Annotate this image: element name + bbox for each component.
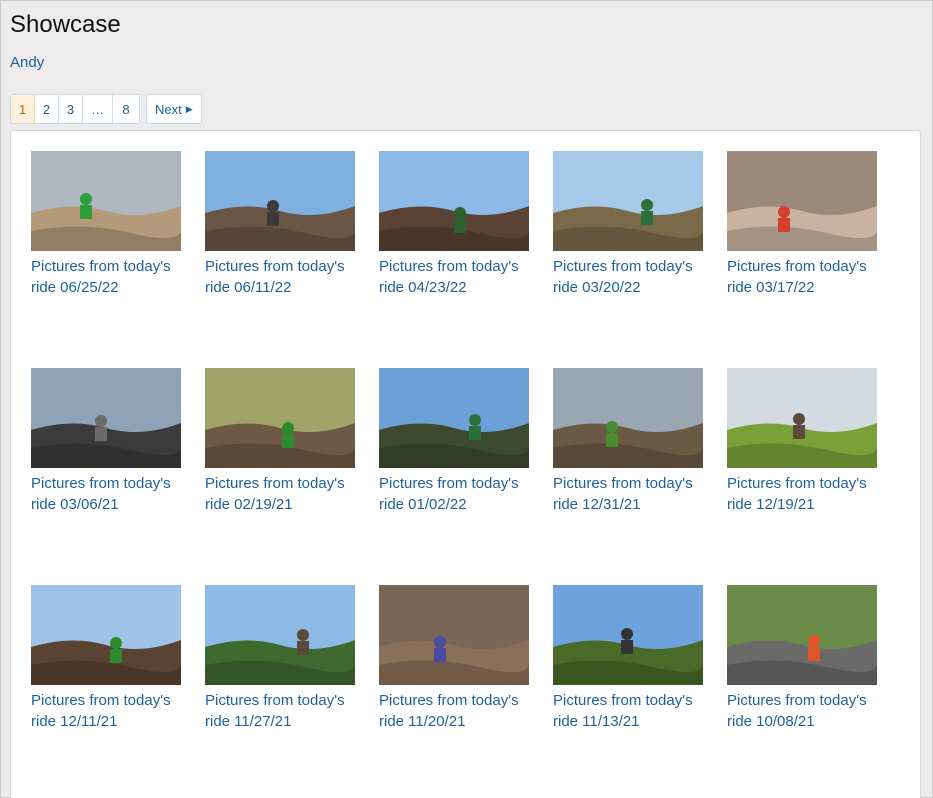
page-3-button[interactable]: 3	[59, 95, 83, 123]
album-title-link[interactable]: Pictures from today's ride 06/11/22	[205, 256, 365, 298]
album-title-line2: ride 03/17/22	[727, 279, 815, 296]
album-title-line2: ride 10/08/21	[727, 713, 815, 730]
album-title-link[interactable]: Pictures from today's ride 01/02/22	[379, 473, 539, 515]
album-title-line2: ride 12/11/21	[31, 713, 118, 730]
album-title-line2: ride 04/23/22	[379, 279, 467, 296]
next-page-button[interactable]: Next ▶	[146, 94, 202, 124]
album-thumbnail[interactable]	[31, 368, 181, 468]
album-thumbnail[interactable]	[31, 151, 181, 251]
album-title-line2: ride 06/11/22	[205, 279, 292, 296]
album-title-link[interactable]: Pictures from today's ride 12/19/21	[727, 473, 887, 515]
album-card[interactable]: Pictures from today's ride 12/11/21	[31, 585, 191, 732]
album-card[interactable]: Pictures from today's ride 01/02/22	[379, 368, 539, 515]
album-thumbnail[interactable]	[379, 151, 529, 251]
album-title-line2: ride 03/20/22	[553, 279, 641, 296]
album-title-link[interactable]: Pictures from today's ride 03/17/22	[727, 256, 887, 298]
album-title-link[interactable]: Pictures from today's ride 03/20/22	[553, 256, 713, 298]
album-thumbnail[interactable]	[379, 585, 529, 685]
album-thumbnail[interactable]	[553, 151, 703, 251]
album-title-line2: ride 11/13/21	[553, 713, 640, 730]
album-title-line1: Pictures from today's	[727, 475, 867, 492]
album-thumbnail[interactable]	[553, 368, 703, 468]
album-card[interactable]: Pictures from today's ride 11/20/21	[379, 585, 539, 732]
album-title-link[interactable]: Pictures from today's ride 11/13/21	[553, 690, 713, 732]
album-title-link[interactable]: Pictures from today's ride 02/19/21	[205, 473, 365, 515]
album-card[interactable]: Pictures from today's ride 06/25/22	[31, 151, 191, 298]
album-card[interactable]: Pictures from today's ride 12/31/21	[553, 368, 713, 515]
album-title-line2: ride 03/06/21	[31, 496, 119, 513]
album-title-line2: ride 12/19/21	[727, 496, 815, 513]
album-title-link[interactable]: Pictures from today's ride 12/31/21	[553, 473, 713, 515]
pagination: 1 2 3 … 8 Next ▶	[10, 94, 202, 124]
album-title-line1: Pictures from today's	[205, 692, 345, 709]
album-card[interactable]: Pictures from today's ride 03/17/22	[727, 151, 887, 298]
album-title-line1: Pictures from today's	[727, 692, 867, 709]
album-thumbnail[interactable]	[379, 368, 529, 468]
album-title-line1: Pictures from today's	[379, 258, 519, 275]
page-8-button[interactable]: 8	[113, 95, 139, 123]
caret-right-icon: ▶	[185, 103, 193, 114]
album-title-line2: ride 01/02/22	[379, 496, 467, 513]
album-thumbnail[interactable]	[727, 151, 877, 251]
album-title-line1: Pictures from today's	[31, 258, 171, 275]
album-title-line2: ride 12/31/21	[553, 496, 641, 513]
album-title-line1: Pictures from today's	[31, 692, 171, 709]
album-title-line1: Pictures from today's	[553, 258, 693, 275]
album-title-line1: Pictures from today's	[31, 475, 171, 492]
album-thumbnail[interactable]	[205, 368, 355, 468]
page-ellipsis: …	[83, 95, 113, 123]
album-card[interactable]: Pictures from today's ride 03/06/21	[31, 368, 191, 515]
album-thumbnail[interactable]	[553, 585, 703, 685]
album-card[interactable]: Pictures from today's ride 04/23/22	[379, 151, 539, 298]
owner-link[interactable]: Andy	[10, 54, 44, 71]
album-card[interactable]: Pictures from today's ride 03/20/22	[553, 151, 713, 298]
album-title-line1: Pictures from today's	[379, 692, 519, 709]
album-thumbnail[interactable]	[727, 585, 877, 685]
next-label: Next	[155, 101, 182, 117]
album-panel: Pictures from today's ride 06/25/22 Pictur…	[10, 130, 921, 798]
page-2-button[interactable]: 2	[35, 95, 59, 123]
album-title-line1: Pictures from today's	[205, 475, 345, 492]
album-card[interactable]: Pictures from today's ride 06/11/22	[205, 151, 365, 298]
page-number-group: 1 2 3 … 8	[10, 94, 140, 124]
page-1-button[interactable]: 1	[11, 95, 35, 123]
album-thumbnail[interactable]	[205, 585, 355, 685]
album-title-line1: Pictures from today's	[379, 475, 519, 492]
album-card[interactable]: Pictures from today's ride 12/19/21	[727, 368, 887, 515]
album-title-link[interactable]: Pictures from today's ride 04/23/22	[379, 256, 539, 298]
page-title: Showcase	[10, 11, 121, 38]
album-card[interactable]: Pictures from today's ride 11/27/21	[205, 585, 365, 732]
album-title-link[interactable]: Pictures from today's ride 12/11/21	[31, 690, 191, 732]
album-title-line2: ride 11/27/21	[205, 713, 292, 730]
album-title-line1: Pictures from today's	[553, 475, 693, 492]
album-title-line2: ride 02/19/21	[205, 496, 293, 513]
album-title-line2: ride 11/20/21	[379, 713, 466, 730]
album-title-link[interactable]: Pictures from today's ride 11/20/21	[379, 690, 539, 732]
album-title-line1: Pictures from today's	[727, 258, 867, 275]
album-title-link[interactable]: Pictures from today's ride 11/27/21	[205, 690, 365, 732]
album-title-line2: ride 06/25/22	[31, 279, 119, 296]
album-thumbnail[interactable]	[31, 585, 181, 685]
album-title-line1: Pictures from today's	[553, 692, 693, 709]
album-title-link[interactable]: Pictures from today's ride 10/08/21	[727, 690, 887, 732]
album-card[interactable]: Pictures from today's ride 11/13/21	[553, 585, 713, 732]
album-thumbnail[interactable]	[205, 151, 355, 251]
album-title-link[interactable]: Pictures from today's ride 03/06/21	[31, 473, 191, 515]
album-title-link[interactable]: Pictures from today's ride 06/25/22	[31, 256, 191, 298]
album-thumbnail[interactable]	[727, 368, 877, 468]
album-card[interactable]: Pictures from today's ride 02/19/21	[205, 368, 365, 515]
album-title-line1: Pictures from today's	[205, 258, 345, 275]
album-card[interactable]: Pictures from today's ride 10/08/21	[727, 585, 887, 732]
